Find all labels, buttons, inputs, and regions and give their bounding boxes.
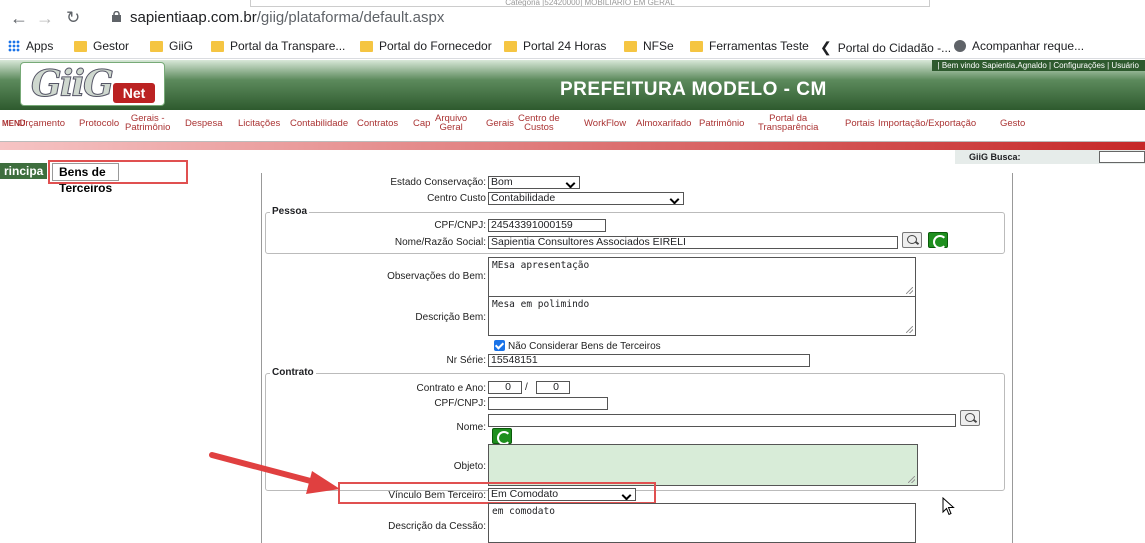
bookmark-portal-24h[interactable]: Portal 24 Horas (504, 39, 606, 53)
menu-item[interactable]: Portal da Transparência (758, 114, 818, 133)
nr-serie-input[interactable]: 15548151 (488, 354, 810, 367)
bookmark-giig[interactable]: GiiG (150, 39, 193, 53)
bookmark-acompanhar[interactable]: Acompanhar reque... (954, 39, 1084, 53)
folder-icon (504, 40, 517, 52)
bookmark-nfse[interactable]: NFSe (624, 39, 674, 53)
contrato-nome-label: Nome: (456, 422, 486, 433)
descricao-bem-textarea[interactable]: Mesa em polimindo (488, 296, 916, 336)
resize-grip-icon[interactable] (908, 476, 915, 483)
nr-serie-label: Nr Série: (446, 355, 486, 366)
overlay-remnant: Categoria [52420000] MOBILIARIO EM GERAL (250, 0, 930, 7)
centro-custo-label: Centro Custo (427, 193, 486, 204)
menu-item[interactable]: Gerais (486, 119, 514, 129)
nao-considerar-checkbox[interactable] (494, 340, 505, 351)
chevron-left-icon: ❮ (820, 39, 832, 55)
mouse-cursor-icon (942, 497, 955, 516)
objeto-textarea[interactable] (488, 444, 918, 486)
bookmark-portal-transparencia[interactable]: Portal da Transpare... (211, 39, 345, 53)
menu-item[interactable]: Contratos (357, 119, 398, 129)
forward-icon[interactable]: → (36, 6, 54, 30)
highlight-box-tab (48, 160, 188, 184)
menu-item[interactable]: Cap (413, 119, 430, 129)
resize-grip-icon[interactable] (906, 326, 913, 333)
contrato-ano-input[interactable]: 0 (536, 381, 570, 394)
bookmark-gestor[interactable]: Gestor (74, 39, 129, 53)
menu-item[interactable]: Portais (845, 119, 875, 129)
browser-nav: ← → ↻ sapientiaap.com.br/giig/plataforma… (0, 0, 1145, 36)
contrato-ano-label: Contrato e Ano: (416, 383, 487, 394)
page-title: PREFEITURA MODELO - CM (560, 79, 827, 100)
search-icon[interactable] (960, 410, 980, 426)
menu-item[interactable]: Patrimônio (699, 119, 744, 129)
contrato-numero-input[interactable]: 0 (488, 381, 522, 394)
contrato-cpf-input[interactable] (488, 397, 608, 410)
menu-item[interactable]: Arquivo Geral (435, 114, 467, 133)
centro-custo-select[interactable]: Contabilidade (488, 192, 684, 205)
main-menu: MENU Orçamento Protocolo Gerais - Patrimôni… (0, 110, 1145, 142)
folder-icon (624, 40, 637, 52)
bookmarks-bar: Apps Gestor GiiG Portal da Transpare... … (0, 35, 1145, 59)
descricao-cessao-textarea[interactable]: em comodato (488, 503, 916, 543)
pessoa-cpf-label: CPF/CNPJ: (434, 220, 486, 231)
resize-grip-icon[interactable] (906, 287, 913, 294)
folder-icon (74, 40, 87, 52)
objeto-label: Objeto: (453, 461, 486, 472)
refresh-icon[interactable] (928, 232, 948, 249)
folder-icon (690, 40, 703, 52)
pessoa-cpf-input[interactable]: 24543391000159 (488, 219, 606, 232)
contrato-cpf-label: CPF/CNPJ: (434, 398, 486, 409)
folder-icon (150, 40, 163, 52)
nome-razao-input[interactable]: Sapientia Consultores Associados EIRELI (488, 236, 898, 249)
highlight-box-vinculo (338, 482, 656, 504)
app-header: | Bem vindo Sapientia.Agnaldo | Configur… (0, 60, 1145, 110)
nome-razao-label: Nome/Razão Social: (394, 237, 486, 248)
bookmark-apps[interactable]: Apps (8, 39, 53, 53)
observacoes-label: Observações do Bem: (387, 271, 486, 282)
browser-chrome: ← → ↻ sapientiaap.com.br/giig/plataforma… (0, 0, 1145, 60)
bookmark-portal-cidadao[interactable]: ❮ Portal do Cidadão -... (820, 39, 951, 56)
search-icon[interactable] (902, 232, 922, 248)
header-accent-bar (0, 142, 1145, 150)
reload-icon[interactable]: ↻ (66, 6, 80, 30)
nao-considerar-label: Não Considerar Bens de Terceiros (508, 341, 661, 352)
refresh-icon[interactable] (492, 428, 512, 445)
menu-item[interactable]: Despesa (185, 119, 223, 129)
contrato-nome-input[interactable] (488, 414, 956, 427)
globe-icon (954, 40, 966, 52)
url-path: /giig/plataforma/default.aspx (256, 9, 445, 26)
user-topbar[interactable]: | Bem vindo Sapientia.Agnaldo | Configur… (931, 60, 1145, 71)
descricao-cessao-label: Descrição da Cessão: (388, 521, 486, 532)
menu-item[interactable]: Almoxarifado (636, 119, 691, 129)
busca-input[interactable] (1099, 151, 1145, 163)
descricao-bem-label: Descrição Bem: (415, 312, 486, 323)
estado-label: Estado Conservação: (390, 177, 486, 188)
menu-item[interactable]: Licitações (238, 119, 280, 129)
menu-item[interactable]: Orçamento (18, 119, 65, 129)
giig-logo: GiiG Net (20, 62, 165, 106)
observacoes-textarea[interactable]: MEsa apresentação (488, 257, 916, 297)
menu-item[interactable]: Centro de Custos (518, 114, 560, 133)
apps-grid-icon (8, 40, 20, 52)
menu-item[interactable]: Contabilidade (290, 119, 348, 129)
estado-select[interactable]: Bom (488, 176, 580, 189)
menu-item[interactable]: Protocolo (79, 119, 119, 129)
folder-icon (360, 40, 373, 52)
folder-icon (211, 40, 224, 52)
lock-icon (112, 11, 121, 22)
url-domain: sapientiaap.com.br (130, 9, 257, 26)
menu-item[interactable]: Gerais - Patrimônio (125, 114, 170, 133)
menu-item[interactable]: Gesto (1000, 119, 1025, 129)
back-icon[interactable]: ← (10, 6, 28, 30)
bookmark-portal-fornecedor[interactable]: Portal do Fornecedor (360, 39, 492, 53)
menu-item[interactable]: Importação/Exportação (878, 119, 976, 129)
giig-busca: GiiG Busca: (955, 150, 1145, 164)
contrato-separator: / (525, 382, 528, 393)
menu-item[interactable]: WorkFlow (584, 119, 626, 129)
address-bar[interactable]: sapientiaap.com.br/giig/plataforma/defau… (130, 9, 444, 26)
tab-principal[interactable]: rincipa (0, 163, 48, 179)
bookmark-ferramentas-teste[interactable]: Ferramentas Teste (690, 39, 809, 53)
